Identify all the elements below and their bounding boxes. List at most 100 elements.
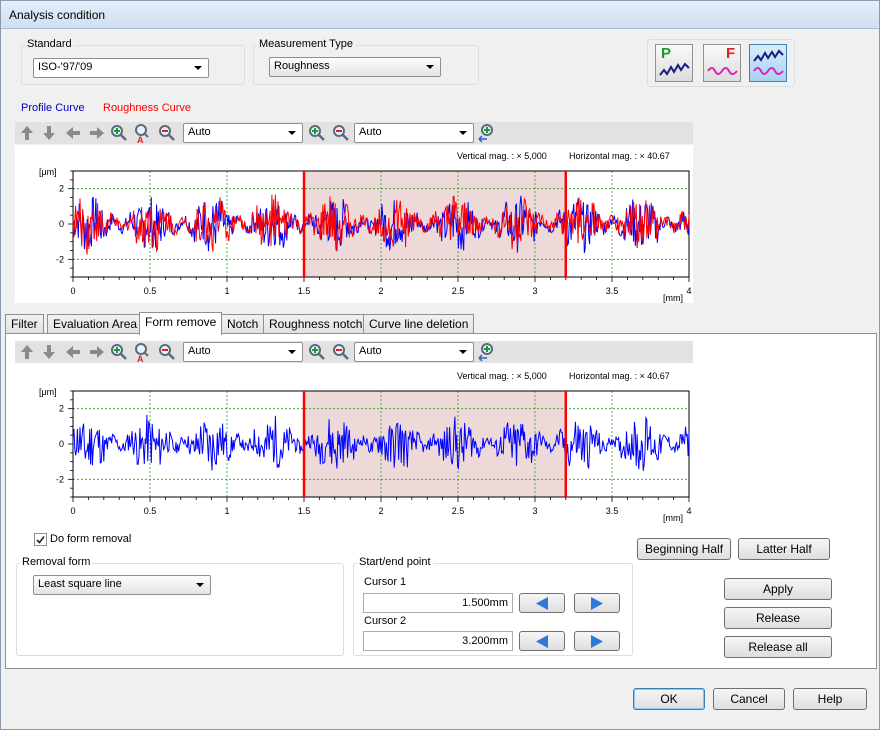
x-tick-label: 0 (70, 506, 75, 516)
fit-zoom-icon[interactable] (477, 342, 497, 362)
cursor2-right-button[interactable] (574, 631, 620, 651)
x-tick-label: 1.5 (298, 286, 311, 296)
checkmark-icon (36, 536, 45, 544)
arrow-down-icon[interactable] (39, 123, 59, 143)
help-button[interactable]: Help (793, 688, 867, 710)
profile-curve-legend: Profile Curve (21, 102, 85, 114)
measurement-type-value: Roughness (274, 60, 330, 72)
triangle-left-icon (536, 635, 548, 648)
filtered-wave-icon (707, 67, 738, 75)
vertical-mag-label: Vertical mag. : × 5,000 (457, 151, 547, 161)
horizontal-zoom-out-icon[interactable] (331, 342, 351, 362)
horizontal-scale-value: Auto (359, 126, 382, 138)
svg-text:A: A (137, 135, 144, 143)
x-tick-label: 2 (378, 506, 383, 516)
arrow-right-icon[interactable] (87, 123, 107, 143)
horizontal-zoom-in-icon[interactable] (307, 342, 327, 362)
chevron-down-icon (194, 66, 202, 70)
y-axis-label: [μm] (39, 387, 57, 397)
roughness-curve-legend: Roughness Curve (103, 102, 192, 114)
x-tick-label: 3 (532, 506, 537, 516)
vertical-scale-select[interactable]: Auto (183, 342, 303, 362)
roughness-wave-icon (753, 49, 784, 75)
chevron-down-icon (288, 131, 296, 135)
release-button[interactable]: Release (724, 607, 832, 629)
arrow-left-icon[interactable] (63, 342, 83, 362)
zoom-out-icon[interactable] (157, 123, 177, 143)
roughness-chart[interactable]: Vertical mag. : × 5,000 Horizontal mag. :… (15, 145, 693, 303)
y-axis-label: [μm] (39, 167, 57, 177)
top-plot-area: Vertical mag. : × 5,000 Horizontal mag. :… (15, 145, 693, 303)
do-form-removal-label: Do form removal (50, 533, 132, 545)
removal-form-label: Removal form (20, 556, 93, 568)
bottom-plot-area: Vertical mag. : × 5,000 Horizontal mag. :… (15, 365, 693, 523)
horizontal-zoom-out-icon[interactable] (331, 123, 351, 143)
roughness-mode-button[interactable] (749, 44, 787, 82)
tab-filter[interactable]: Filter (5, 314, 44, 334)
x-axis-label: [mm] (663, 293, 683, 303)
tab-form-remove[interactable]: Form remove (139, 312, 223, 335)
cancel-button[interactable]: Cancel (713, 688, 785, 710)
arrow-left-icon[interactable] (63, 123, 83, 143)
removal-form-select[interactable]: Least square line (33, 575, 211, 595)
standard-select[interactable]: ISO-'97/'09 (33, 58, 209, 78)
triangle-left-icon (536, 597, 548, 610)
release-all-button[interactable]: Release all (724, 636, 832, 658)
x-tick-label: 0 (70, 286, 75, 296)
y-tick-label: -2 (56, 254, 64, 264)
filtered-mode-letter: F (726, 45, 736, 62)
y-tick-label: 2 (59, 404, 64, 414)
measurement-type-select[interactable]: Roughness (269, 57, 441, 77)
x-tick-label: 4 (686, 506, 691, 516)
horizontal-zoom-in-icon[interactable] (307, 123, 327, 143)
chevron-down-icon (288, 350, 296, 354)
svg-text:A: A (137, 354, 144, 362)
profile-mode-button[interactable]: P (655, 44, 693, 82)
do-form-removal-checkbox[interactable] (34, 533, 47, 546)
ok-button[interactable]: OK (633, 688, 705, 710)
standard-value: ISO-'97/'09 (38, 61, 93, 73)
horizontal-scale-select[interactable]: Auto (354, 342, 474, 362)
profile-mode-letter: P (661, 45, 672, 62)
zoom-out-icon[interactable] (157, 342, 177, 362)
y-tick-label: 0 (59, 219, 64, 229)
triangle-right-icon (591, 597, 603, 610)
cursor2-left-button[interactable] (519, 631, 565, 651)
fit-zoom-icon[interactable] (477, 123, 497, 143)
arrow-right-icon[interactable] (87, 342, 107, 362)
chevron-down-icon (459, 350, 467, 354)
y-tick-label: 2 (59, 184, 64, 194)
x-tick-label: 3 (532, 286, 537, 296)
zoom-in-icon[interactable] (109, 342, 129, 362)
cursor1-label: Cursor 1 (364, 576, 407, 588)
tab-notch[interactable]: Notch (221, 314, 265, 334)
x-tick-label: 1 (224, 286, 229, 296)
cursor1-field[interactable]: 1.500mm (363, 593, 513, 613)
cursor2-field[interactable]: 3.200mm (363, 631, 513, 651)
removal-form-value: Least square line (38, 578, 122, 590)
start-end-point-label: Start/end point (357, 556, 433, 568)
cursor1-right-button[interactable] (574, 593, 620, 613)
zoom-auto-icon[interactable]: A (133, 123, 153, 143)
profile-chart[interactable]: Vertical mag. : × 5,000 Horizontal mag. :… (15, 365, 693, 523)
cursor1-left-button[interactable] (519, 593, 565, 613)
x-tick-label: 1.5 (298, 506, 311, 516)
chevron-down-icon (196, 583, 204, 587)
x-tick-label: 2.5 (452, 286, 465, 296)
filtered-mode-button[interactable]: F (703, 44, 741, 82)
vertical-scale-select[interactable]: Auto (183, 123, 303, 143)
zoom-auto-icon[interactable]: A (133, 342, 153, 362)
arrow-up-icon[interactable] (17, 123, 37, 143)
horizontal-scale-select[interactable]: Auto (354, 123, 474, 143)
latter-half-button[interactable]: Latter Half (738, 538, 830, 560)
horizontal-mag-label: Horizontal mag. : × 40.67 (569, 151, 670, 161)
tab-evaluation-area[interactable]: Evaluation Area (47, 314, 144, 334)
tab-roughness-notch[interactable]: Roughness notch (263, 314, 369, 334)
triangle-right-icon (591, 635, 603, 648)
arrow-up-icon[interactable] (17, 342, 37, 362)
apply-button[interactable]: Apply (724, 578, 832, 600)
arrow-down-icon[interactable] (39, 342, 59, 362)
zoom-in-icon[interactable] (109, 123, 129, 143)
beginning-half-button[interactable]: Beginning Half (637, 538, 731, 560)
tab-curve-line-deletion[interactable]: Curve line deletion (363, 314, 475, 334)
